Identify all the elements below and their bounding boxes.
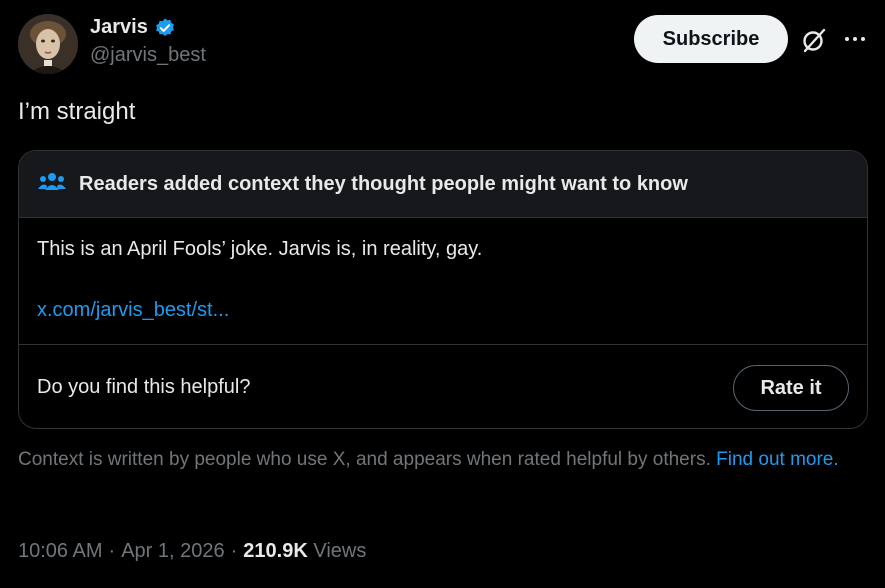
views-count[interactable]: 210.9K — [243, 540, 308, 562]
views-label: Views — [313, 540, 367, 562]
more-options-icon[interactable] — [842, 28, 868, 50]
context-info-text: Context is written by people who use X, … — [18, 449, 711, 470]
avatar-portrait — [18, 14, 78, 74]
tweet-date[interactable]: Apr 1, 2026 — [121, 540, 224, 563]
verified-badge-icon[interactable] — [154, 17, 176, 39]
tweet-header: Jarvis @jarvis_best Subscribe — [18, 14, 870, 76]
rate-it-button[interactable]: Rate it — [733, 365, 849, 411]
grok-icon[interactable] — [800, 26, 828, 54]
meta-separator: · — [230, 540, 238, 562]
tweet-time[interactable]: 10:06 AM — [18, 540, 103, 563]
subscribe-button[interactable]: Subscribe — [634, 15, 788, 63]
context-info: Context is written by people who use X, … — [18, 448, 848, 472]
community-note-body: This is an April Fools’ joke. Jarvis is,… — [19, 218, 867, 345]
author-name[interactable]: Jarvis — [90, 16, 148, 39]
meta-separator: · — [108, 540, 116, 562]
author-block: Jarvis @jarvis_best — [90, 16, 206, 67]
community-note-title: Readers added context they thought peopl… — [79, 172, 688, 195]
tweet-meta: 10:06 AM · Apr 1, 2026 · 210.9K Views — [18, 540, 366, 563]
community-note: Readers added context they thought peopl… — [18, 150, 868, 429]
people-icon — [37, 170, 67, 199]
avatar[interactable] — [18, 14, 78, 74]
find-out-more-link[interactable]: Find out more. — [716, 449, 839, 470]
tweet-text: I’m straight — [18, 98, 136, 125]
community-note-text: This is an April Fools’ joke. Jarvis is,… — [37, 238, 483, 260]
helpful-prompt: Do you find this helpful? — [37, 376, 251, 398]
community-note-source-link[interactable]: x.com/jarvis_best/st... — [37, 299, 849, 322]
community-note-header: Readers added context they thought peopl… — [19, 151, 867, 218]
community-note-rating: Do you find this helpful? Rate it — [19, 345, 867, 428]
author-handle[interactable]: @jarvis_best — [90, 44, 206, 67]
